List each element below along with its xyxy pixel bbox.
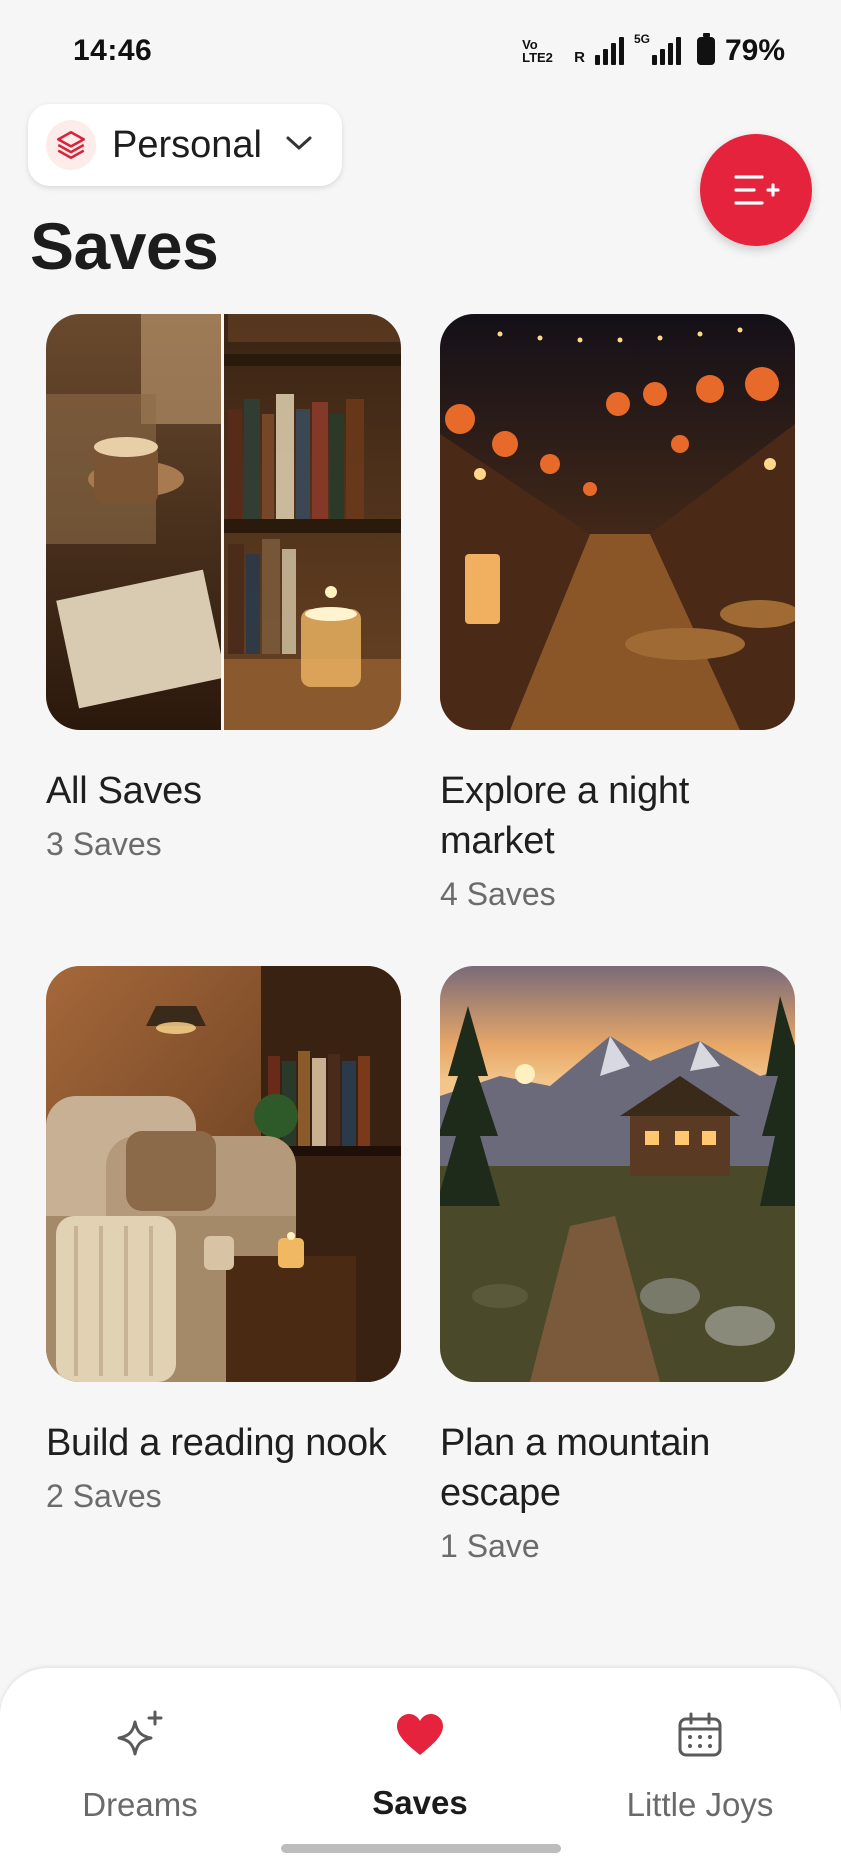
collection-thumbnail: [440, 966, 795, 1382]
collection-count: 1 Save: [440, 1528, 540, 1564]
add-list-button[interactable]: [700, 134, 812, 246]
status-time: 14:46: [73, 34, 153, 67]
network-type: 5G: [633, 32, 650, 46]
collection-card-all-saves[interactable]: All Saves 3 Saves: [46, 314, 401, 863]
collection-count: 3 Saves: [46, 826, 162, 862]
page-title: Saves: [30, 209, 219, 283]
workspace-label: Personal: [112, 123, 262, 166]
signal-icon: [594, 37, 624, 65]
collection-title: Build a reading nook: [46, 1422, 387, 1464]
battery-icon: [696, 33, 715, 65]
collection-title: Plan a mountain escape: [440, 1422, 711, 1514]
home-indicator[interactable]: [281, 1844, 561, 1853]
heart-icon: [300, 1708, 540, 1762]
collection-thumbnail: [46, 966, 401, 1382]
collection-title: Explore a night market: [440, 770, 689, 862]
roaming-indicator: R: [574, 48, 585, 66]
collection-thumbnail: [46, 314, 401, 730]
collection-thumbnail: [440, 314, 795, 730]
nav-item-saves[interactable]: Saves: [300, 1708, 540, 1822]
battery-percent: 79%: [724, 34, 785, 67]
nav-item-dreams[interactable]: Dreams: [20, 1708, 260, 1824]
list-add-icon: [734, 175, 780, 205]
signal-icon-5g: [651, 37, 681, 65]
collection-card-night-market[interactable]: Explore a night market 4 Saves: [440, 314, 795, 913]
nav-label: Saves: [372, 1784, 468, 1821]
nav-label: Dreams: [82, 1786, 198, 1823]
collection-card-mountain-escape[interactable]: Plan a mountain escape 1 Save: [440, 966, 795, 1565]
status-indicators: Vo LTE2 R 5G 79%: [522, 32, 785, 68]
status-bar: 14:46 Vo LTE2 R 5G 79%: [0, 0, 841, 100]
workspace-selector[interactable]: Personal: [28, 104, 342, 186]
calendar-icon: [580, 1708, 820, 1762]
collection-count: 2 Saves: [46, 1478, 162, 1514]
bottom-navigation: Dreams Saves Little Joys: [0, 1668, 841, 1870]
sparkles-icon: [20, 1708, 260, 1762]
layers-icon: [46, 120, 96, 170]
volte-indicator: Vo LTE2: [522, 37, 553, 65]
collection-title: All Saves: [46, 770, 202, 812]
collection-count: 4 Saves: [440, 876, 556, 912]
nav-item-little-joys[interactable]: Little Joys: [580, 1708, 820, 1824]
chevron-down-icon: [284, 133, 314, 158]
collection-card-reading-nook[interactable]: Build a reading nook 2 Saves: [46, 966, 401, 1515]
nav-label: Little Joys: [626, 1786, 774, 1823]
